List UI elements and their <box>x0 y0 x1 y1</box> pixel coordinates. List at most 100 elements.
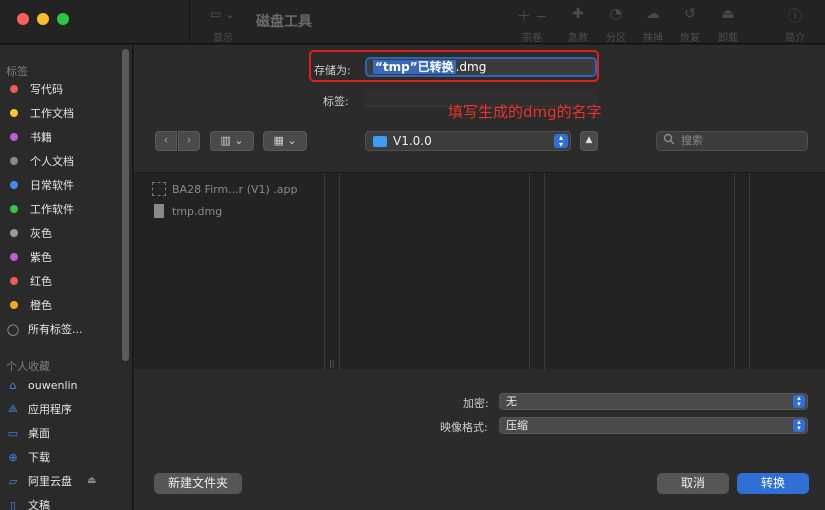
favorites-header: 个人收藏 <box>6 360 50 373</box>
annotation-highlight-box <box>309 50 599 82</box>
applications-icon: ⟁ <box>8 402 18 415</box>
first-aid-tool-button[interactable]: ✚ 急救 <box>560 6 596 44</box>
column-divider[interactable] <box>529 173 530 370</box>
back-button[interactable]: ‹ <box>155 131 177 151</box>
first-aid-icon: ✚ <box>572 6 584 22</box>
new-folder-button[interactable]: 新建文件夹 <box>154 473 242 494</box>
unmount-tool-button[interactable]: ⏏ 卸载 <box>710 6 746 44</box>
eject-icon[interactable]: ⏏ <box>87 475 96 486</box>
location-value: V1.0.0 <box>393 134 432 148</box>
tag-color-dot <box>10 205 18 213</box>
tag-label: 红色 <box>30 275 52 288</box>
cancel-button[interactable]: 取消 <box>657 473 729 494</box>
sidebar-tag-item[interactable]: 书籍 <box>6 127 52 147</box>
tool-label: 卸载 <box>718 33 738 44</box>
tool-label: 急救 <box>568 33 588 44</box>
sidebar-tag-item[interactable]: 橙色 <box>6 295 52 315</box>
tags-icon: ◯ <box>6 322 20 336</box>
sidebar-tag-item[interactable]: 写代码 <box>6 79 63 99</box>
app-title: 磁盘工具 <box>256 14 312 30</box>
dropdown-stepper-icon: ▴ ▾ <box>554 134 568 149</box>
sidebar: 标签 写代码 工作文档 书籍 个人文档 日常软件 工作软件 灰色 紫色 红色 橙… <box>0 45 133 510</box>
sidebar-item-label: 下载 <box>28 451 50 464</box>
chevron-up-icon: ▲ <box>585 135 593 145</box>
info-tool-button[interactable]: ⓘ 简介 <box>777 6 813 44</box>
tag-color-dot <box>10 277 18 285</box>
app-bundle-icon <box>152 182 166 196</box>
sidebar-tag-item[interactable]: 工作文档 <box>6 103 74 123</box>
column-divider <box>339 173 340 370</box>
sidebar-tag-item[interactable]: 红色 <box>6 271 52 291</box>
location-select[interactable]: V1.0.0 ▴ ▾ <box>365 131 571 151</box>
grid-view-button[interactable]: ▦ ⌄ <box>263 131 307 151</box>
image-format-label: 映像格式: <box>440 421 488 434</box>
view-label: 显示 <box>213 33 233 44</box>
restore-tool-button[interactable]: ↺ 恢复 <box>672 6 708 44</box>
sidebar-item-downloads[interactable]: ⊕ 下载 <box>6 447 50 467</box>
sidebar-item-label: 应用程序 <box>28 403 72 416</box>
tag-color-dot <box>10 253 18 261</box>
file-list-item[interactable]: BA28 Firm...r (V1) .app <box>152 182 298 196</box>
toolbar-divider <box>189 0 190 44</box>
all-tags-item[interactable]: ◯ 所有标签... <box>6 319 83 339</box>
convert-button[interactable]: 转换 <box>737 473 809 494</box>
sidebar-item-desktop[interactable]: ▭ 桌面 <box>6 423 50 443</box>
sidebar-scrollbar[interactable] <box>122 49 129 361</box>
info-icon: ⓘ <box>788 9 802 25</box>
column-resize-handle[interactable]: || <box>329 359 334 368</box>
forward-button[interactable]: › <box>178 131 200 151</box>
minimize-window-button[interactable] <box>37 13 49 25</box>
desktop-icon: ▭ <box>7 426 19 440</box>
search-input[interactable]: 搜索 <box>656 131 808 151</box>
sidebar-tag-item[interactable]: 紫色 <box>6 247 52 267</box>
sidebar-tag-item[interactable]: 个人文档 <box>6 151 74 171</box>
tag-label: 个人文档 <box>30 155 74 168</box>
tag-label: 紫色 <box>30 251 52 264</box>
tag-label: 工作文档 <box>30 107 74 120</box>
file-name: BA28 Firm...r (V1) .app <box>172 182 298 196</box>
sidebar-item-label: ouwenlin <box>28 378 78 392</box>
sidebar-tag-item[interactable]: 工作软件 <box>6 199 74 219</box>
annotation-text: 填写生成的dmg的名字 <box>448 103 602 121</box>
title-bar: ▭ ⌄ 显示 磁盘工具 ＋ − 宗卷 ✚ 急救 ◔ 分区 ☁ 抹掉 ↺ 恢复 ⏏ 卸载 ⓘ 简… <box>0 0 825 44</box>
partition-icon: ◔ <box>609 6 623 22</box>
expand-collapse-button[interactable]: ▲ <box>580 131 598 151</box>
sidebar-tag-item[interactable]: 灰色 <box>6 223 52 243</box>
zoom-window-button[interactable] <box>57 13 69 25</box>
column-divider[interactable] <box>324 173 325 370</box>
partition-tool-button[interactable]: ◔ 分区 <box>598 6 634 44</box>
sidebar-item-cloud-drive[interactable]: ▱ 阿里云盘 <box>6 471 72 491</box>
all-tags-label: 所有标签... <box>28 323 83 336</box>
documents-icon: ▯ <box>9 498 17 510</box>
encryption-select[interactable]: 无 ▴ ▾ <box>499 393 808 410</box>
tool-label: 分区 <box>606 33 626 44</box>
volume-tool-button[interactable]: ＋ − 宗卷 <box>514 6 550 44</box>
tag-color-dot <box>10 181 18 189</box>
cloud-drive-icon: ▱ <box>8 474 18 488</box>
file-name: tmp.dmg <box>172 204 223 218</box>
column-divider <box>544 173 545 370</box>
home-icon: ⌂ <box>9 378 17 392</box>
chevron-right-icon: › <box>186 133 192 147</box>
sidebar-tag-item[interactable]: 日常软件 <box>6 175 74 195</box>
search-icon <box>663 133 675 145</box>
tags-field-label: 标签: <box>323 95 349 108</box>
tool-label: 宗卷 <box>522 33 542 44</box>
sidebar-toggle-icon[interactable]: ▭ ⌄ <box>210 7 242 21</box>
column-divider <box>749 173 750 370</box>
file-list-item[interactable]: tmp.dmg <box>152 204 222 218</box>
sidebar-item-applications[interactable]: ⟁ 应用程序 <box>6 399 72 419</box>
tag-label: 工作软件 <box>30 203 74 216</box>
tag-color-dot <box>10 229 18 237</box>
erase-tool-button[interactable]: ☁ 抹掉 <box>635 6 671 44</box>
image-format-select[interactable]: 压缩 ▴ ▾ <box>499 417 808 434</box>
image-format-value: 压缩 <box>506 419 528 432</box>
unmount-icon: ⏏ <box>721 6 735 22</box>
sidebar-item-documents[interactable]: ▯ 文稿 <box>6 495 50 510</box>
grid-view-icon: ▦ ⌄ <box>273 134 297 147</box>
sidebar-item-home[interactable]: ⌂ ouwenlin <box>6 375 78 395</box>
column-divider[interactable] <box>734 173 735 370</box>
column-view-button[interactable]: ▥ ⌄ <box>210 131 254 151</box>
close-window-button[interactable] <box>17 13 29 25</box>
add-remove-volume-icon: ＋ − <box>516 9 548 25</box>
